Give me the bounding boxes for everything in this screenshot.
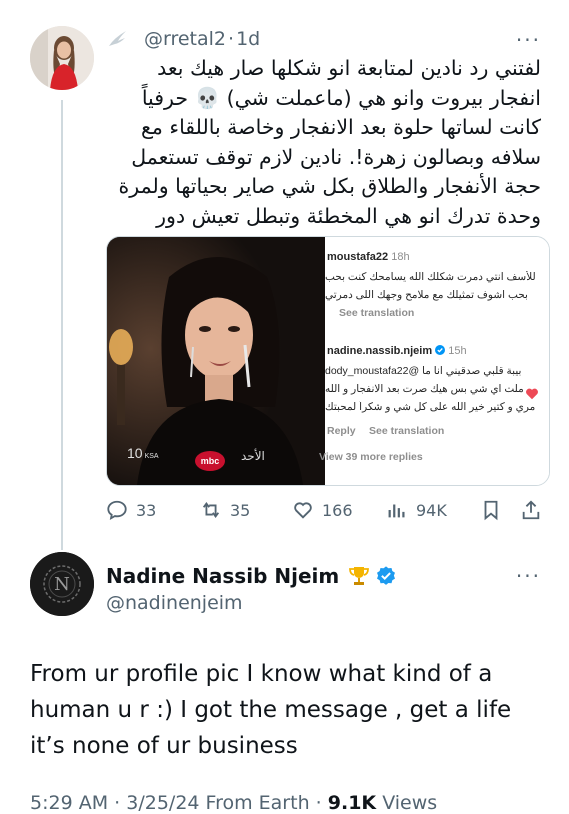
views-chart-icon (388, 504, 405, 518)
trophy-icon (349, 567, 370, 585)
reply-avatar[interactable]: N (30, 552, 94, 616)
bookmark-icon (484, 500, 498, 521)
footer-source: From Earth (205, 792, 310, 814)
reply-button[interactable]: 33 (106, 496, 156, 524)
media-attachment[interactable]: 10 KSA mbc الأحد moustafa22 18h للأسف انت… (106, 236, 550, 486)
see-translation-link-2[interactable]: See translation (369, 425, 444, 437)
like-count: 166 (322, 500, 353, 520)
verified-badge-icon[interactable] (375, 565, 397, 587)
comment-text-1b: بحب اشوف تمثيلك مع ملامح وجهك اللى دمرتي (325, 289, 528, 301)
avatar-letter: N (54, 573, 70, 595)
tweet-header: @rretal2 · 1d (106, 26, 539, 52)
footer-time[interactable]: 5:29 AM (30, 792, 108, 814)
reply-link[interactable]: Reply (327, 425, 356, 437)
footer-dot: · (315, 792, 322, 814)
reply-icon (107, 500, 127, 521)
footer-date[interactable]: 3/25/24 (126, 792, 199, 814)
tweet-time[interactable]: 1d (236, 28, 260, 50)
day-label: الأحد (241, 449, 265, 463)
bookmark-button[interactable] (480, 496, 510, 524)
view-more-replies-link[interactable]: View 39 more replies (319, 451, 423, 463)
video-frame[interactable]: 10 KSA mbc الأحد (107, 237, 325, 485)
see-translation-link-1[interactable]: See translation (339, 307, 414, 319)
avatar[interactable] (30, 26, 94, 90)
retweet-count: 35 (230, 500, 251, 520)
more-options-icon[interactable]: ··· (516, 28, 541, 52)
retweet-button[interactable]: 35 (200, 496, 250, 524)
share-icon (522, 500, 540, 520)
comment-user-1: moustafa22 18h (327, 251, 410, 263)
verified-icon (435, 345, 446, 355)
mbc-logo: mbc (195, 451, 225, 471)
comment-text-2b: ملت اي شي بس هيك صرت بعد الانفجار و الله (325, 383, 524, 395)
footer-views-count: 9.1K (327, 792, 377, 814)
header-separator: · (228, 28, 235, 50)
comment-text-2a: بيبة قلبي صدقيني انا ما @dody_moustafa22 (325, 365, 522, 377)
reply-text: From ur profile pic I know what kind of … (30, 661, 512, 759)
retweet-icon (202, 502, 220, 518)
reply-count: 33 (136, 500, 157, 520)
heart-icon[interactable] (525, 387, 539, 401)
comment-text-2c: مري و كتير خير الله على كل شي و شكراً لم… (325, 401, 536, 413)
tweet-footer: 5:29 AM · 3/25/24 From Earth · 9.1K View… (30, 792, 437, 814)
channel-number: 10 KSA (127, 445, 159, 461)
heart-outline-icon (294, 502, 312, 519)
thread-connector-line (61, 100, 63, 550)
reply-author-row[interactable]: Nadine Nassib Njeim (106, 562, 397, 590)
profile-photo-icon (30, 26, 94, 90)
share-button[interactable] (520, 496, 550, 524)
wing-icon (109, 31, 126, 46)
more-options-icon[interactable]: ··· (516, 564, 541, 588)
display-name[interactable]: Nadine Nassib Njeim (106, 564, 339, 588)
like-button[interactable]: 166 (292, 496, 353, 524)
views-button[interactable]: 94K (386, 496, 447, 524)
comment-user-2: nadine.nassib.njeim 15h (327, 345, 467, 357)
tweet-action-bar: 33 35 166 94K (106, 496, 546, 524)
instagram-comments-panel: moustafa22 18h للأسف انتي دمرت شكلك الله… (319, 237, 549, 485)
comment-text-1a: للأسف انتي دمرت شكلك الله يسامحك كنت بحب (325, 271, 536, 283)
reply-handle[interactable]: @nadinenjeim (106, 592, 243, 614)
views-count: 94K (416, 500, 447, 520)
footer-views-label: Views (382, 792, 438, 814)
tweet-text: لفتني رد نادين لمتابعة انو شكلها صار هيك… (118, 56, 541, 257)
tweet-handle[interactable]: @rretal2 (144, 28, 226, 50)
footer-dot: · (114, 792, 121, 814)
